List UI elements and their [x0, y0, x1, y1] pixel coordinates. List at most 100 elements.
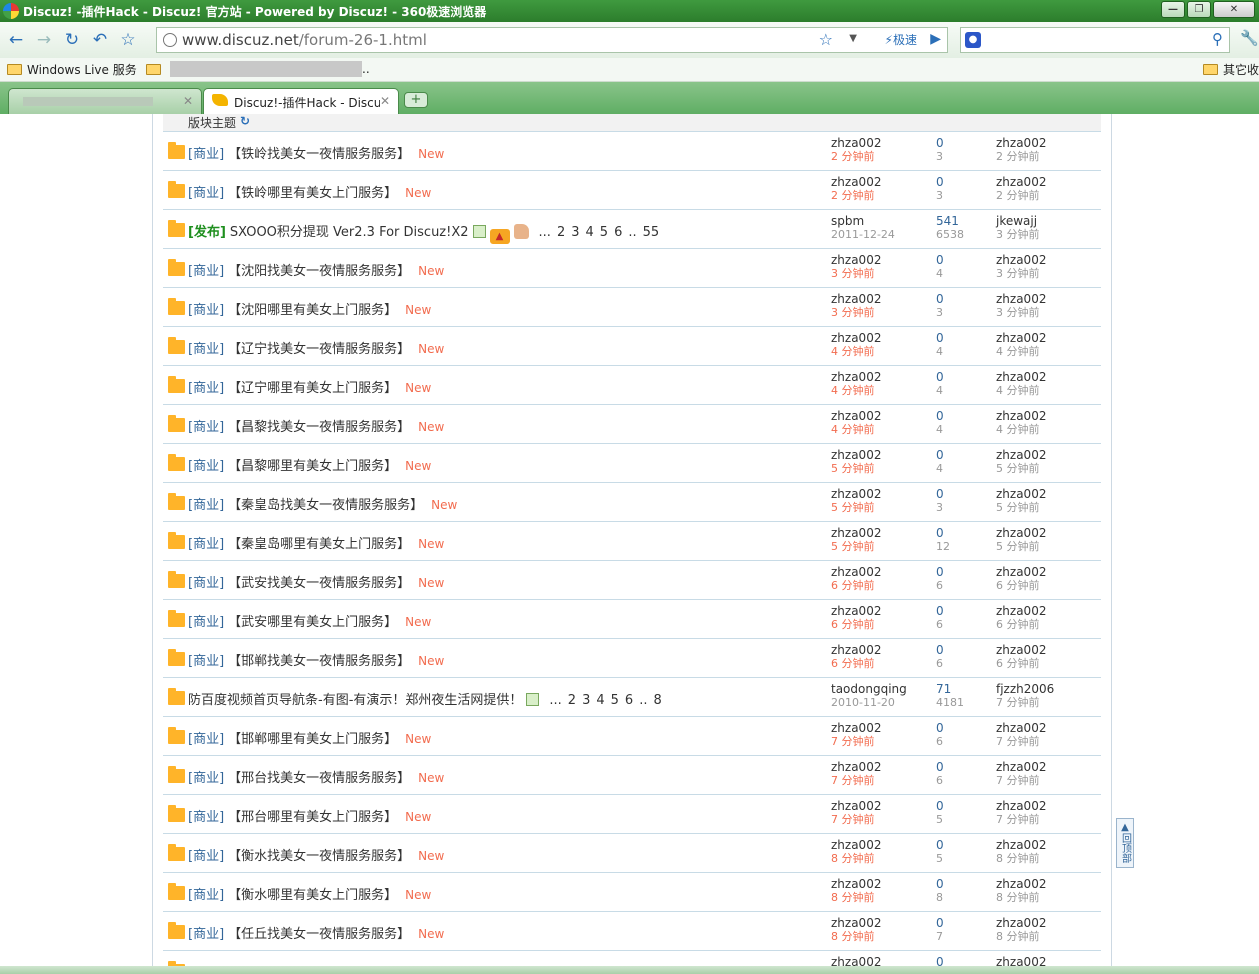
- new-tab-button[interactable]: +: [404, 92, 428, 108]
- reply-count[interactable]: 0: [936, 721, 986, 735]
- thread-category-link[interactable]: [商业]: [188, 186, 224, 201]
- author-link[interactable]: zhza002: [831, 916, 921, 930]
- thread-category-link[interactable]: [商业]: [188, 381, 224, 396]
- thread-title-link[interactable]: 【铁岭找美女一夜情服务服务】: [228, 147, 410, 162]
- last-post-time[interactable]: 8 分钟前: [996, 891, 1096, 904]
- tab-inactive[interactable]: ✕: [8, 88, 202, 114]
- reply-count[interactable]: 0: [936, 409, 986, 423]
- reply-count[interactable]: 0: [936, 292, 986, 306]
- bookmark-other[interactable]: 其它收: [1203, 61, 1259, 78]
- last-post-time[interactable]: 3 分钟前: [996, 228, 1096, 241]
- page-link[interactable]: ...: [549, 693, 561, 708]
- search-box[interactable]: ● ⚲: [960, 27, 1230, 53]
- last-poster-link[interactable]: zhza002: [996, 487, 1096, 501]
- thread-category-link[interactable]: [商业]: [188, 615, 224, 630]
- reply-count[interactable]: 0: [936, 370, 986, 384]
- last-poster-link[interactable]: zhza002: [996, 799, 1096, 813]
- thread-title-link[interactable]: 【武安哪里有美女上门服务】: [228, 615, 397, 630]
- author-link[interactable]: zhza002: [831, 799, 921, 813]
- thread-title-link[interactable]: 【邯郸找美女一夜情服务服务】: [228, 654, 410, 669]
- thread-title-link[interactable]: 【秦皇岛找美女一夜情服务服务】: [228, 498, 423, 513]
- author-link[interactable]: zhza002: [831, 877, 921, 891]
- last-poster-link[interactable]: zhza002: [996, 760, 1096, 774]
- thread-title-link[interactable]: 【衡水找美女一夜情服务服务】: [228, 849, 410, 864]
- page-link[interactable]: 8: [653, 693, 661, 708]
- thread-title-link[interactable]: 【邢台找美女一夜情服务服务】: [228, 771, 410, 786]
- thread-category-link[interactable]: [商业]: [188, 342, 224, 357]
- last-poster-link[interactable]: zhza002: [996, 136, 1096, 150]
- last-post-time[interactable]: 6 分钟前: [996, 579, 1096, 592]
- tab-active[interactable]: Discuz!-插件Hack - Discuz! ✕: [203, 88, 399, 114]
- minimize-button[interactable]: —: [1161, 1, 1185, 18]
- refresh-icon[interactable]: ↻: [240, 114, 250, 128]
- author-link[interactable]: zhza002: [831, 838, 921, 852]
- undo-icon[interactable]: ↶: [88, 28, 112, 52]
- last-poster-link[interactable]: zhza002: [996, 955, 1096, 966]
- last-post-time[interactable]: 7 分钟前: [996, 813, 1096, 826]
- last-post-time[interactable]: 3 分钟前: [996, 306, 1096, 319]
- thread-category-link[interactable]: [商业]: [188, 576, 224, 591]
- last-post-time[interactable]: 2 分钟前: [996, 150, 1096, 163]
- address-bar[interactable]: www.discuz.net/forum-26-1.html ☆ ▼ ⚡极速 ▶: [156, 27, 948, 53]
- page-link[interactable]: 5: [611, 693, 619, 708]
- thread-title-link[interactable]: 【任丘找美女一夜情服务服务】: [228, 927, 410, 942]
- page-link[interactable]: 4: [586, 225, 594, 240]
- thread-title-link[interactable]: 【沈阳哪里有美女上门服务】: [228, 303, 397, 318]
- thread-title-link[interactable]: SXOOO积分提现 Ver2.3 For Discuz!X2: [230, 225, 469, 240]
- author-link[interactable]: zhza002: [831, 604, 921, 618]
- thread-title-link[interactable]: 【沈阳找美女一夜情服务服务】: [228, 264, 410, 279]
- page-link[interactable]: 3: [571, 225, 579, 240]
- bookmark-blurred[interactable]: ..: [146, 61, 370, 77]
- reply-count[interactable]: 0: [936, 448, 986, 462]
- author-link[interactable]: zhza002: [831, 292, 921, 306]
- last-poster-link[interactable]: zhza002: [996, 253, 1096, 267]
- author-link[interactable]: zhza002: [831, 487, 921, 501]
- last-poster-link[interactable]: zhza002: [996, 643, 1096, 657]
- author-link[interactable]: zhza002: [831, 370, 921, 384]
- last-post-time[interactable]: 8 分钟前: [996, 930, 1096, 943]
- thread-category-link[interactable]: [发布]: [188, 225, 226, 240]
- thread-category-link[interactable]: [商业]: [188, 498, 224, 513]
- search-engine-icon[interactable]: ●: [965, 32, 981, 48]
- page-link[interactable]: 4: [596, 693, 604, 708]
- author-link[interactable]: spbm: [831, 214, 921, 228]
- forward-icon[interactable]: →: [32, 28, 56, 52]
- thread-title-link[interactable]: 【衡水哪里有美女上门服务】: [228, 888, 397, 903]
- last-post-time[interactable]: 5 分钟前: [996, 501, 1096, 514]
- bookmark-star-icon[interactable]: ☆: [819, 30, 833, 49]
- last-post-time[interactable]: 6 分钟前: [996, 618, 1096, 631]
- thread-category-link[interactable]: [商业]: [188, 420, 224, 435]
- last-poster-link[interactable]: zhza002: [996, 526, 1096, 540]
- last-poster-link[interactable]: zhza002: [996, 292, 1096, 306]
- last-post-time[interactable]: 5 分钟前: [996, 540, 1096, 553]
- reply-count[interactable]: 0: [936, 838, 986, 852]
- last-post-time[interactable]: 2 分钟前: [996, 189, 1096, 202]
- search-icon[interactable]: ⚲: [1212, 30, 1223, 48]
- reply-count[interactable]: 0: [936, 877, 986, 891]
- back-icon[interactable]: ←: [4, 28, 28, 52]
- author-link[interactable]: zhza002: [831, 643, 921, 657]
- thread-category-link[interactable]: [商业]: [188, 537, 224, 552]
- thread-category-link[interactable]: [商业]: [188, 888, 224, 903]
- last-poster-link[interactable]: zhza002: [996, 175, 1096, 189]
- last-post-time[interactable]: 6 分钟前: [996, 657, 1096, 670]
- thread-category-link[interactable]: [商业]: [188, 849, 224, 864]
- page-link[interactable]: 3: [582, 693, 590, 708]
- thread-category-link[interactable]: [商业]: [188, 654, 224, 669]
- thread-category-link[interactable]: [商业]: [188, 732, 224, 747]
- last-post-time[interactable]: 5 分钟前: [996, 462, 1096, 475]
- thread-category-link[interactable]: [商业]: [188, 264, 224, 279]
- last-post-time[interactable]: 4 分钟前: [996, 423, 1096, 436]
- last-poster-link[interactable]: zhza002: [996, 838, 1096, 852]
- last-post-time[interactable]: 4 分钟前: [996, 384, 1096, 397]
- last-post-time[interactable]: 3 分钟前: [996, 267, 1096, 280]
- reply-count[interactable]: 0: [936, 955, 986, 966]
- last-poster-link[interactable]: fjzzh2006: [996, 682, 1096, 696]
- last-post-time[interactable]: 7 分钟前: [996, 774, 1096, 787]
- page-link[interactable]: ..: [639, 693, 647, 708]
- author-link[interactable]: zhza002: [831, 526, 921, 540]
- author-link[interactable]: zhza002: [831, 175, 921, 189]
- page-link[interactable]: 6: [614, 225, 622, 240]
- page-link[interactable]: 55: [643, 225, 660, 240]
- reply-count[interactable]: 0: [936, 136, 986, 150]
